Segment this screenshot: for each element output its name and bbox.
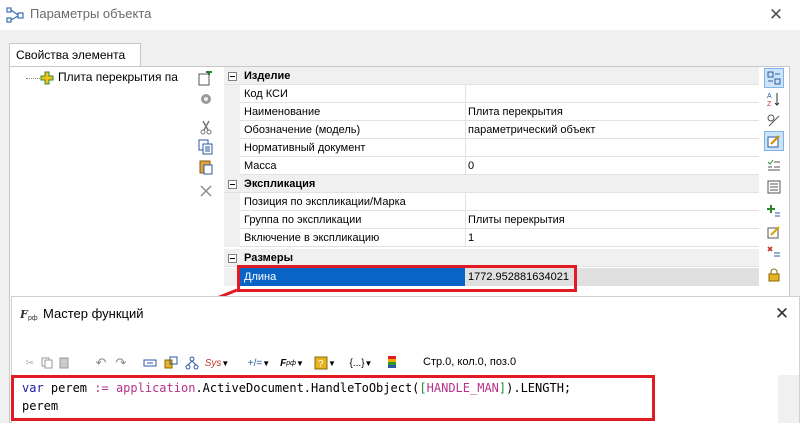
window-title: Параметры объекта — [30, 6, 152, 21]
wizard-toolbar: ✂ ↶ ↷ Sys ▼ +/= ▼ Fрф ▼ ? ▼ {...} ▼ Стр.… — [12, 351, 799, 375]
property-value[interactable] — [466, 85, 759, 103]
element-tree: Плита перекрытия па — [10, 68, 195, 298]
collapse-icon[interactable] — [228, 254, 237, 263]
sys-label: Sys — [204, 357, 222, 369]
property-row[interactable]: Нормативный документ — [224, 139, 759, 157]
blocks-menu[interactable]: {...} ▼ — [344, 354, 378, 372]
title-bar: Параметры объекта ✕ — [0, 0, 800, 30]
property-grid: Изделие Код КСИ Наименование Плита перек… — [224, 67, 759, 298]
category-name: Изделие — [244, 70, 291, 82]
property-value[interactable]: Плита перекрытия — [466, 103, 759, 121]
cursor-position: Стр.0, кол.0, поз.0 — [423, 356, 517, 368]
element-node-icon — [40, 71, 54, 85]
property-name: Группа по экспликации — [240, 211, 466, 229]
list-view-icon[interactable] — [764, 177, 784, 197]
filter-icon[interactable] — [764, 111, 784, 131]
category-name: Экспликация — [244, 178, 316, 190]
property-value[interactable]: 1 — [466, 229, 759, 247]
property-value[interactable]: 0 — [466, 157, 759, 175]
row-gutter — [224, 85, 240, 103]
category-row[interactable]: Изделие — [224, 67, 759, 85]
category-row[interactable]: Экспликация — [224, 175, 759, 193]
functions-menu[interactable]: Fрф ▼ — [278, 354, 306, 372]
highlight-code — [11, 375, 655, 421]
remove-property-icon[interactable] — [764, 241, 784, 261]
paste-icon[interactable] — [58, 354, 72, 372]
add-property-icon[interactable] — [764, 201, 784, 221]
cut-icon[interactable] — [197, 118, 215, 136]
svg-text:рф: рф — [28, 315, 38, 321]
copy-icon[interactable] — [40, 354, 54, 372]
property-row[interactable]: Масса 0 — [224, 157, 759, 175]
row-gutter — [224, 103, 240, 121]
object-parameters-dialog: Параметры объекта ✕ Свойства элемента Пл… — [0, 0, 800, 423]
row-gutter — [224, 193, 240, 211]
sort-alpha-icon[interactable]: AZ — [764, 89, 784, 109]
tab-strip: Свойства элемента — [0, 30, 800, 67]
insert-tree-icon[interactable] — [184, 354, 200, 372]
editor-scrollbar[interactable] — [778, 375, 799, 423]
tree-node-slab[interactable]: Плита перекрытия па — [58, 70, 178, 84]
check-list-icon[interactable] — [764, 155, 784, 175]
svg-text:A: A — [767, 93, 772, 100]
braces-label: {...} — [349, 357, 365, 369]
collapse-icon[interactable] — [228, 180, 237, 189]
row-gutter — [224, 211, 240, 229]
close-window-button[interactable]: ✕ — [764, 4, 788, 26]
tree-toolbar — [195, 68, 217, 298]
row-gutter — [224, 229, 240, 247]
property-value[interactable]: Плиты перекрытия — [466, 211, 759, 229]
insert-field-icon[interactable] — [142, 354, 158, 372]
redo-icon[interactable]: ↷ — [114, 354, 128, 372]
wizard-title: Мастер функций — [43, 306, 144, 321]
row-gutter — [224, 121, 240, 139]
edit-property-icon[interactable] — [764, 222, 784, 242]
app-icon — [6, 7, 24, 23]
wizard-title-bar: F рф Мастер функций ✕ — [12, 297, 799, 331]
property-row[interactable]: Наименование Плита перекрытия — [224, 103, 759, 121]
sort-by-category-icon[interactable] — [764, 68, 784, 88]
help-menu[interactable]: ? ▼ — [312, 354, 338, 372]
tab-element-properties[interactable]: Свойства элемента — [9, 43, 141, 67]
property-row[interactable]: Код КСИ — [224, 85, 759, 103]
property-name: Код КСИ — [240, 85, 466, 103]
property-name: Обозначение (модель) — [240, 121, 466, 139]
property-value[interactable] — [466, 139, 759, 157]
edit-formula-icon[interactable] — [764, 131, 784, 151]
row-gutter — [224, 139, 240, 157]
property-value[interactable] — [466, 193, 759, 211]
function-icon: F рф — [20, 308, 38, 321]
undo-icon[interactable]: ↶ — [94, 354, 108, 372]
svg-text:?: ? — [318, 359, 324, 370]
property-value[interactable]: параметрический объект — [466, 121, 759, 139]
settings-icon[interactable] — [197, 90, 215, 108]
property-name: Позиция по экспликации/Марка — [240, 193, 466, 211]
highlight-length-row — [237, 265, 577, 292]
property-row[interactable]: Включение в экспликацию 1 — [224, 229, 759, 247]
property-name: Масса — [240, 157, 466, 175]
lock-icon[interactable] — [764, 265, 784, 285]
svg-text:Z: Z — [767, 101, 772, 107]
cut-icon[interactable]: ✂ — [24, 354, 36, 372]
row-gutter — [224, 157, 240, 175]
property-row[interactable]: Группа по экспликации Плиты перекрытия — [224, 211, 759, 229]
property-name: Нормативный документ — [240, 139, 466, 157]
property-row[interactable]: Обозначение (модель) параметрический объ… — [224, 121, 759, 139]
copy-icon[interactable] — [197, 138, 215, 156]
collapse-icon[interactable] — [228, 72, 237, 81]
add-element-icon[interactable] — [197, 70, 215, 88]
insert-object-icon[interactable] — [163, 354, 179, 372]
color-picker-icon[interactable] — [386, 354, 398, 372]
operators-label: +/= — [247, 357, 263, 369]
delete-icon[interactable] — [197, 182, 215, 200]
system-functions-menu[interactable]: Sys ▼ — [204, 354, 230, 372]
paste-icon[interactable] — [197, 158, 215, 176]
property-row[interactable]: Позиция по экспликации/Марка — [224, 193, 759, 211]
operators-menu[interactable]: +/= ▼ — [244, 354, 274, 372]
close-wizard-button[interactable]: ✕ — [770, 303, 794, 325]
property-name: Наименование — [240, 103, 466, 121]
grid-toolbar: AZ — [762, 67, 786, 298]
property-name: Включение в экспликацию — [240, 229, 466, 247]
